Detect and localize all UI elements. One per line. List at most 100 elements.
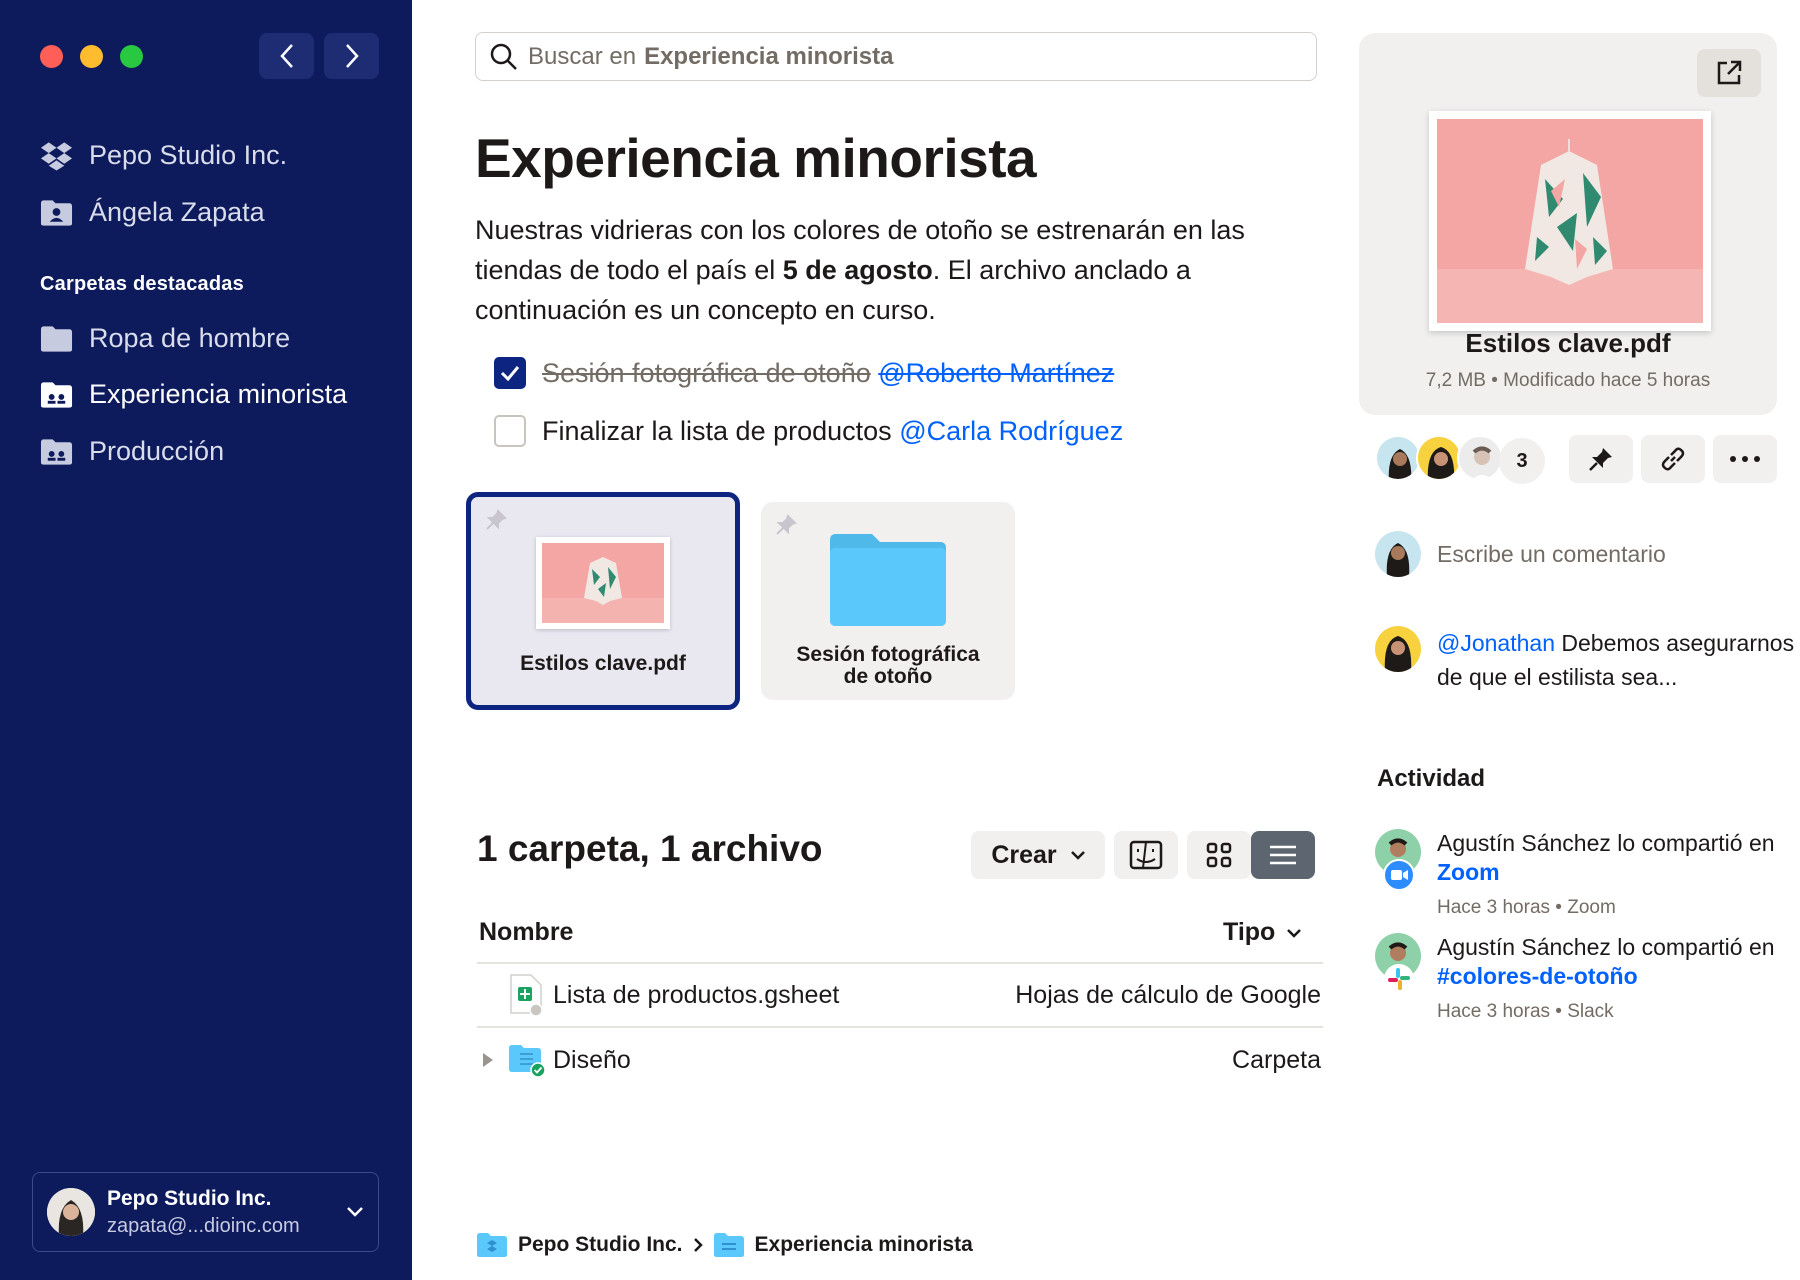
task-text: Finalizar la lista de productos xyxy=(542,415,892,446)
avatar[interactable] xyxy=(1375,435,1421,481)
row-name: Lista de productos.gsheet xyxy=(553,980,840,1009)
open-external-button[interactable] xyxy=(1697,49,1761,97)
avatar xyxy=(1375,626,1421,672)
finder-icon xyxy=(1129,840,1163,870)
avatar xyxy=(47,1188,95,1236)
sidebar-item-team[interactable]: Pepo Studio Inc. xyxy=(40,140,287,171)
column-header-type[interactable]: Tipo xyxy=(1223,918,1302,947)
file-preview-thumbnail[interactable] xyxy=(1429,111,1711,331)
task-text: Sesión fotográfica de otoño xyxy=(542,357,871,388)
column-label: Tipo xyxy=(1223,918,1276,946)
pin-icon xyxy=(1589,448,1612,471)
avatar[interactable] xyxy=(1457,435,1503,481)
dropbox-icon xyxy=(40,141,73,171)
card-label: Sesión fotográfica de otoño xyxy=(796,644,979,688)
more-icon xyxy=(1730,456,1760,462)
search-prefix: Buscar en xyxy=(528,42,637,70)
account-switcher[interactable]: Pepo Studio Inc. zapata@...dioinc.com xyxy=(32,1172,379,1252)
sidebar: Pepo Studio Inc. Ángela Zapata Carpetas … xyxy=(0,0,412,1280)
task-checkbox[interactable] xyxy=(494,415,526,447)
file-preview-panel: Estilos clave.pdf 7,2 MB • Modificado ha… xyxy=(1359,33,1777,415)
pinned-folder-card[interactable]: Sesión fotográfica de otoño xyxy=(761,502,1015,700)
list-view-button[interactable] xyxy=(1251,831,1315,879)
zoom-window-button[interactable] xyxy=(120,45,143,68)
chevron-down-icon xyxy=(1287,928,1302,938)
avatar[interactable] xyxy=(1416,435,1462,481)
grid-icon xyxy=(1206,842,1232,868)
card-label: Estilos clave.pdf xyxy=(520,652,686,675)
user-folder-icon xyxy=(40,198,73,228)
copy-link-button[interactable] xyxy=(1641,435,1705,483)
members-count-badge[interactable]: 3 xyxy=(1499,438,1545,484)
chevron-right-icon xyxy=(345,44,359,68)
sidebar-item-ropa-de-hombre[interactable]: Ropa de hombre xyxy=(40,323,290,354)
column-header-name[interactable]: Nombre xyxy=(479,918,573,947)
comment-placeholder: Escribe un comentario xyxy=(1437,540,1666,567)
link-icon xyxy=(1661,447,1685,471)
activity-item: Agustín Sánchez lo compartió en Zoom Hac… xyxy=(1375,829,1777,922)
page-title: Experiencia minorista xyxy=(475,127,1037,189)
comment-mention[interactable]: @Jonathan xyxy=(1437,630,1555,656)
back-button[interactable] xyxy=(259,33,314,79)
sidebar-item-produccion[interactable]: Producción xyxy=(40,436,224,467)
activity-text: Agustín Sánchez lo compartió en xyxy=(1437,830,1775,856)
activity-heading: Actividad xyxy=(1377,765,1486,792)
task-item: Finalizar la lista de productos @Carla R… xyxy=(494,415,1123,447)
table-row[interactable]: Lista de productos.gsheet Hojas de cálcu… xyxy=(477,966,1323,1024)
google-sheet-icon xyxy=(510,974,543,1017)
avatar xyxy=(1375,933,1421,994)
activity-link[interactable]: Zoom xyxy=(1437,859,1500,885)
open-in-finder-button[interactable] xyxy=(1114,831,1178,879)
breadcrumb-item[interactable]: Experiencia minorista xyxy=(755,1233,973,1257)
comment-input[interactable]: Escribe un comentario xyxy=(1375,531,1666,577)
close-window-button[interactable] xyxy=(40,45,63,68)
divider xyxy=(477,1026,1323,1028)
pin-button[interactable] xyxy=(1569,435,1633,483)
table-row[interactable]: Diseño Carpeta xyxy=(477,1031,1323,1089)
section-heading: Carpetas destacadas xyxy=(40,273,244,295)
avatar xyxy=(1375,829,1421,891)
card-label-line: Sesión fotográfica xyxy=(796,643,980,666)
shared-folder-icon xyxy=(40,437,73,467)
sidebar-item-label: Producción xyxy=(89,436,225,466)
row-type: Carpeta xyxy=(1232,1045,1321,1074)
activity-meta: Hace 3 horas • Zoom xyxy=(1437,897,1616,918)
row-type: Hojas de cálculo de Google xyxy=(1015,980,1321,1009)
pin-icon xyxy=(776,514,797,535)
activity-link[interactable]: #colores-de-otoño xyxy=(1437,963,1638,989)
expand-triangle-icon[interactable] xyxy=(481,1051,495,1069)
sidebar-item-label: Pepo Studio Inc. xyxy=(89,140,288,170)
description-date: 5 de agosto xyxy=(782,255,933,285)
grid-view-button[interactable] xyxy=(1187,831,1251,879)
task-mention[interactable]: @Roberto Martínez xyxy=(878,358,1114,388)
task-mention[interactable]: @Carla Rodríguez xyxy=(899,416,1123,446)
forward-button[interactable] xyxy=(324,33,379,79)
shared-folder-icon xyxy=(713,1233,744,1257)
pin-icon xyxy=(486,509,507,530)
pinned-file-card[interactable]: Estilos clave.pdf xyxy=(466,492,740,710)
shared-folder-icon xyxy=(40,380,73,410)
breadcrumb: Pepo Studio Inc. Experiencia minorista xyxy=(476,1232,973,1258)
more-options-button[interactable] xyxy=(1713,435,1777,483)
task-checkbox[interactable] xyxy=(494,357,526,389)
comment-item[interactable]: @Jonathan Debemos asegurarnos de que el … xyxy=(1375,626,1797,694)
sidebar-item-experiencia-minorista[interactable]: Experiencia minorista xyxy=(40,379,347,410)
slack-icon xyxy=(1384,964,1414,994)
sidebar-item-label: Ropa de hombre xyxy=(89,323,291,353)
create-button[interactable]: Crear xyxy=(971,831,1105,879)
zoom-icon xyxy=(1383,859,1415,891)
card-label-line: de otoño xyxy=(843,665,933,688)
row-name: Diseño xyxy=(553,1045,631,1074)
folder-icon xyxy=(40,324,73,354)
search-input[interactable]: Buscar en Experiencia minorista xyxy=(475,32,1317,81)
sidebar-item-label: Ángela Zapata xyxy=(89,197,265,227)
minimize-window-button[interactable] xyxy=(80,45,103,68)
task-item: Sesión fotográfica de otoño @Roberto Mar… xyxy=(494,357,1114,389)
search-scope: Experiencia minorista xyxy=(644,42,894,70)
divider xyxy=(477,962,1323,964)
sidebar-item-user[interactable]: Ángela Zapata xyxy=(40,197,265,228)
breadcrumb-item[interactable]: Pepo Studio Inc. xyxy=(518,1233,683,1257)
chevron-left-icon xyxy=(279,44,293,68)
synced-folder-icon xyxy=(509,1045,546,1078)
avatar xyxy=(1375,531,1421,577)
